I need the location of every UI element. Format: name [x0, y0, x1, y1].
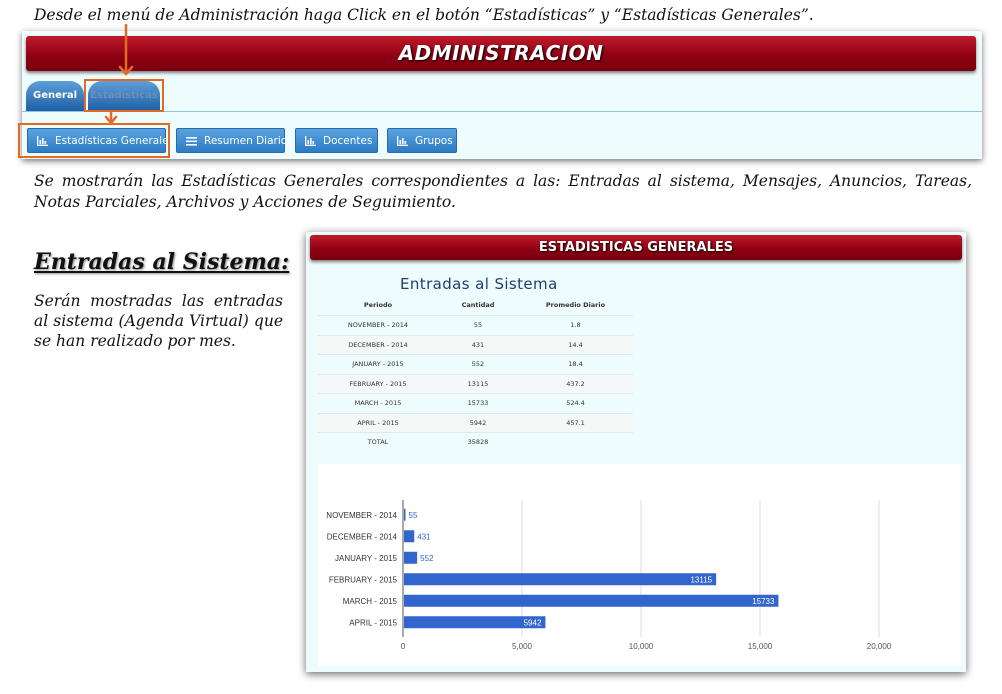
- table-row: FEBRUARY - 2015 13115 437.2: [318, 373, 633, 394]
- data-label: 15733: [752, 597, 775, 606]
- table-row: NOVEMBER - 2014 55 1.8: [318, 315, 633, 335]
- stats-panel: ESTADISTICAS GENERALES Entradas al Siste…: [306, 232, 966, 672]
- table-row: APRIL - 2015 5942 457.1: [318, 412, 633, 433]
- section-title: Entradas al Sistema:: [34, 249, 289, 275]
- cell-promedio: [518, 432, 633, 452]
- data-label: 55: [409, 511, 418, 520]
- cell-cantidad: 15733: [438, 393, 518, 413]
- x-tick-label: 15,000: [748, 642, 773, 651]
- data-label: 431: [417, 532, 431, 541]
- cell-promedio: 18.4: [518, 354, 633, 374]
- cell-promedio: 457.1: [518, 412, 633, 433]
- y-category-label: FEBRUARY - 2015: [329, 575, 398, 584]
- y-category-label: DECEMBER - 2014: [327, 532, 398, 541]
- section-title-text: Entradas al Sistema: [34, 249, 282, 275]
- cell-promedio: 14.4: [518, 334, 633, 355]
- col-header-promedio: Promedio Diario: [545, 301, 606, 309]
- bar: [404, 594, 779, 607]
- entradas-table: Periodo Cantidad Promedio Diario NOVEMBE…: [318, 295, 633, 452]
- description-text: Se mostrarán las Estadísticas Generales …: [34, 172, 972, 211]
- bar-chart: 0 5,000 10,000 15,000 20,000 NOVEMBER - 2014 5…: [326, 500, 892, 651]
- cell-promedio: 437.2: [518, 373, 633, 394]
- cell-cantidad: 552: [438, 354, 518, 374]
- data-label: 13115: [690, 575, 712, 584]
- x-tick-label: 20,000: [867, 642, 892, 651]
- x-tick-label: 0: [401, 642, 406, 651]
- cell-periodo: NOVEMBER - 2014: [318, 315, 438, 335]
- chart-area: 0 5,000 10,000 15,000 20,000 NOVEMBER - 2014 5…: [318, 464, 961, 666]
- x-tick-label: 10,000: [629, 642, 654, 651]
- cell-periodo: MARCH - 2015: [318, 393, 438, 413]
- table-title: Entradas al Sistema: [400, 275, 558, 293]
- table-total-row: TOTAL 35828: [318, 432, 633, 452]
- y-category-label: APRIL - 2015: [349, 618, 397, 627]
- cell-promedio: 1.8: [518, 315, 633, 335]
- cell-periodo: DECEMBER - 2014: [318, 334, 438, 355]
- table-row: DECEMBER - 2014 431 14.4: [318, 334, 633, 355]
- data-label: 5942: [524, 618, 542, 627]
- stats-header: ESTADISTICAS GENERALES: [310, 235, 962, 260]
- col-header-periodo: Periodo: [363, 301, 393, 309]
- y-category-label: NOVEMBER - 2014: [326, 511, 397, 520]
- bar: [404, 551, 418, 564]
- y-category-label: MARCH - 2015: [343, 597, 398, 606]
- bar: [404, 530, 415, 543]
- cell-cantidad: 55: [438, 315, 518, 335]
- bar: [404, 508, 406, 521]
- cell-promedio: 524.4: [518, 393, 633, 413]
- data-label: 552: [420, 554, 434, 563]
- bar: [404, 573, 717, 586]
- cell-cantidad: 5942: [438, 412, 518, 433]
- section-description: Serán mostradas las entradas al sistema …: [34, 292, 283, 350]
- table-row: MARCH - 2015 15733 524.4: [318, 393, 633, 413]
- table-header-row: Periodo Cantidad Promedio Diario: [318, 295, 633, 316]
- section-title-colon: :: [281, 249, 290, 275]
- cell-periodo: FEBRUARY - 2015: [318, 373, 438, 394]
- table-row: JANUARY - 2015 552 18.4: [318, 354, 633, 374]
- col-header-cantidad: Cantidad: [461, 301, 495, 309]
- y-category-label: JANUARY - 2015: [335, 554, 398, 563]
- x-tick-label: 5,000: [512, 642, 533, 651]
- cell-periodo: JANUARY - 2015: [318, 354, 438, 374]
- cell-periodo: APRIL - 2015: [318, 412, 438, 433]
- cell-cantidad: 13115: [438, 373, 518, 394]
- cell-cantidad: 431: [438, 334, 518, 355]
- cell-periodo: TOTAL: [318, 432, 438, 452]
- cell-cantidad: 35828: [438, 432, 518, 452]
